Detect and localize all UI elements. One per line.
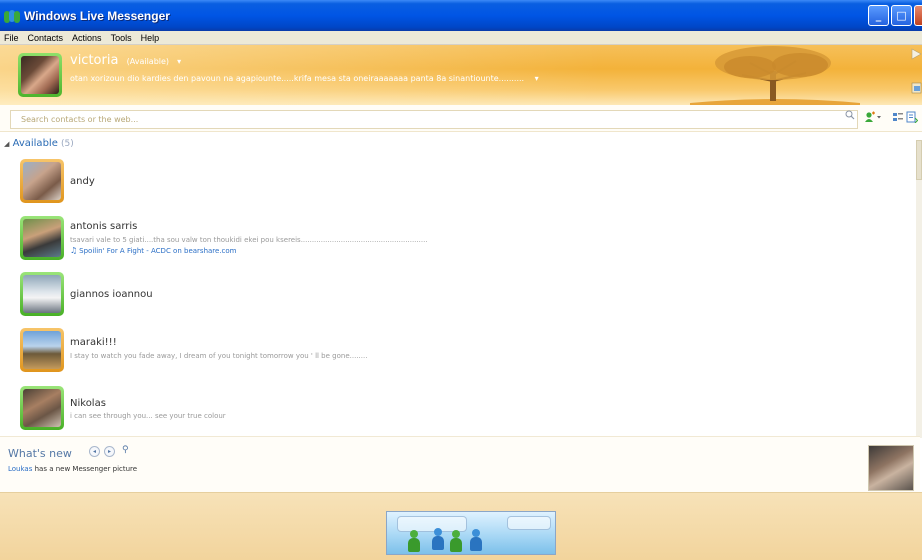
search-updates-icon[interactable]: ⚲ <box>122 445 129 455</box>
status-dropdown-icon[interactable]: ▾ <box>177 57 181 66</box>
contact-name: antonis sarris <box>70 221 138 232</box>
profile-name-row[interactable]: victoria (Available) ▾ <box>70 53 181 68</box>
whats-new-contact-link[interactable]: Loukas <box>8 465 32 473</box>
contact-name: andy <box>70 176 95 187</box>
contact-list-scrollbar[interactable] <box>916 140 922 438</box>
contact-name: Nikolas <box>70 398 106 409</box>
contact-now-playing[interactable]: ♫ Spoilin' For A Fight - ACDC on bearshar… <box>70 246 237 255</box>
whats-new-item: Loukas has a new Messenger picture <box>8 465 137 473</box>
add-contact-icon[interactable] <box>864 111 876 123</box>
group-count: (5) <box>61 139 74 149</box>
contact-avatar[interactable] <box>20 272 64 316</box>
window-controls: _ □ <box>868 5 922 26</box>
group-collapse-icon[interactable]: ◢ <box>4 140 9 148</box>
whats-new-item-text: has a new Messenger picture <box>32 465 138 473</box>
contact-personal-message: i can see through you... see your true c… <box>70 412 226 420</box>
contact-avatar[interactable] <box>20 328 64 372</box>
layout-options-icon[interactable] <box>906 111 918 123</box>
previous-icon[interactable]: ◂ <box>89 446 100 457</box>
messenger-banner-ad[interactable] <box>386 511 556 555</box>
contact-list: ◢ Available (5) andy antonis sarris tsav… <box>0 132 920 436</box>
menu-contacts[interactable]: Contacts <box>28 33 64 43</box>
change-view-icon[interactable] <box>892 111 904 123</box>
contact-name: maraki!!! <box>70 337 117 348</box>
menu-file[interactable]: File <box>4 33 19 43</box>
search-icon[interactable] <box>845 110 855 120</box>
whats-new-panel: What's new ◂ ▸ ⚲ Loukas has a new Messen… <box>0 436 920 492</box>
messenger-icon <box>4 9 20 23</box>
minimize-button[interactable]: _ <box>868 5 889 26</box>
contact-personal-message: tsavari vale to 5 giati....tha sou valw … <box>70 236 428 244</box>
menu-help[interactable]: Help <box>141 33 160 43</box>
profile-header: victoria (Available) ▾ otan xorizoun dio… <box>0 45 922 105</box>
contact-item[interactable]: antonis sarris tsavari vale to 5 giati..… <box>20 216 900 262</box>
profile-avatar[interactable] <box>18 53 62 97</box>
personal-message: otan xorizoun dio kardies den pavoun na … <box>70 74 525 83</box>
contact-avatar[interactable] <box>20 386 64 430</box>
buddy-figure-icon <box>469 529 483 551</box>
profile-status: (Available) <box>126 57 170 66</box>
maximize-button[interactable]: □ <box>891 5 912 26</box>
contact-personal-message: I stay to watch you fade away, I dream o… <box>70 352 368 360</box>
contact-avatar[interactable] <box>20 159 64 203</box>
personal-message-dropdown-icon[interactable]: ▾ <box>535 74 539 83</box>
music-note-icon: ♫ <box>70 246 78 255</box>
contact-item[interactable]: andy <box>20 159 900 205</box>
profile-name: victoria <box>70 53 119 68</box>
tree-scene-graphic <box>690 46 860 105</box>
menu-bar: File Contacts Actions Tools Help <box>0 31 922 45</box>
contact-item[interactable]: giannos ioannou <box>20 272 900 318</box>
contact-name: giannos ioannou <box>70 289 153 300</box>
menu-tools[interactable]: Tools <box>111 33 132 43</box>
footer-ad-area <box>0 492 922 560</box>
search-bar: Search contacts or the web... <box>0 105 922 132</box>
add-contact-dropdown-icon[interactable] <box>876 111 882 123</box>
contact-item[interactable]: Nikolas i can see through you... see you… <box>20 386 900 432</box>
menu-actions[interactable]: Actions <box>72 33 102 43</box>
whats-new-picture[interactable] <box>868 445 914 491</box>
whats-new-title: What's new <box>8 447 72 460</box>
personal-message-row[interactable]: otan xorizoun dio kardies den pavoun na … <box>70 74 539 83</box>
scrollbar-thumb[interactable] <box>916 140 922 180</box>
side-panel-icons <box>911 48 922 94</box>
contact-item[interactable]: maraki!!! I stay to watch you fade away,… <box>20 328 900 374</box>
next-icon[interactable]: ▸ <box>104 446 115 457</box>
buddy-figure-icon <box>407 530 421 552</box>
buddy-figure-icon <box>431 528 445 550</box>
group-name: Available <box>12 138 58 149</box>
close-button[interactable] <box>914 5 922 26</box>
group-header-available[interactable]: ◢ Available (5) <box>4 138 74 149</box>
title-bar[interactable]: Windows Live Messenger _ □ <box>0 0 922 31</box>
search-input[interactable]: Search contacts or the web... <box>10 110 858 129</box>
now-playing-text: Spoilin' For A Fight - ACDC on bearshare… <box>79 247 237 255</box>
buddy-figure-icon <box>449 530 463 552</box>
window-title: Windows Live Messenger <box>24 8 170 23</box>
contact-avatar[interactable] <box>20 216 64 260</box>
